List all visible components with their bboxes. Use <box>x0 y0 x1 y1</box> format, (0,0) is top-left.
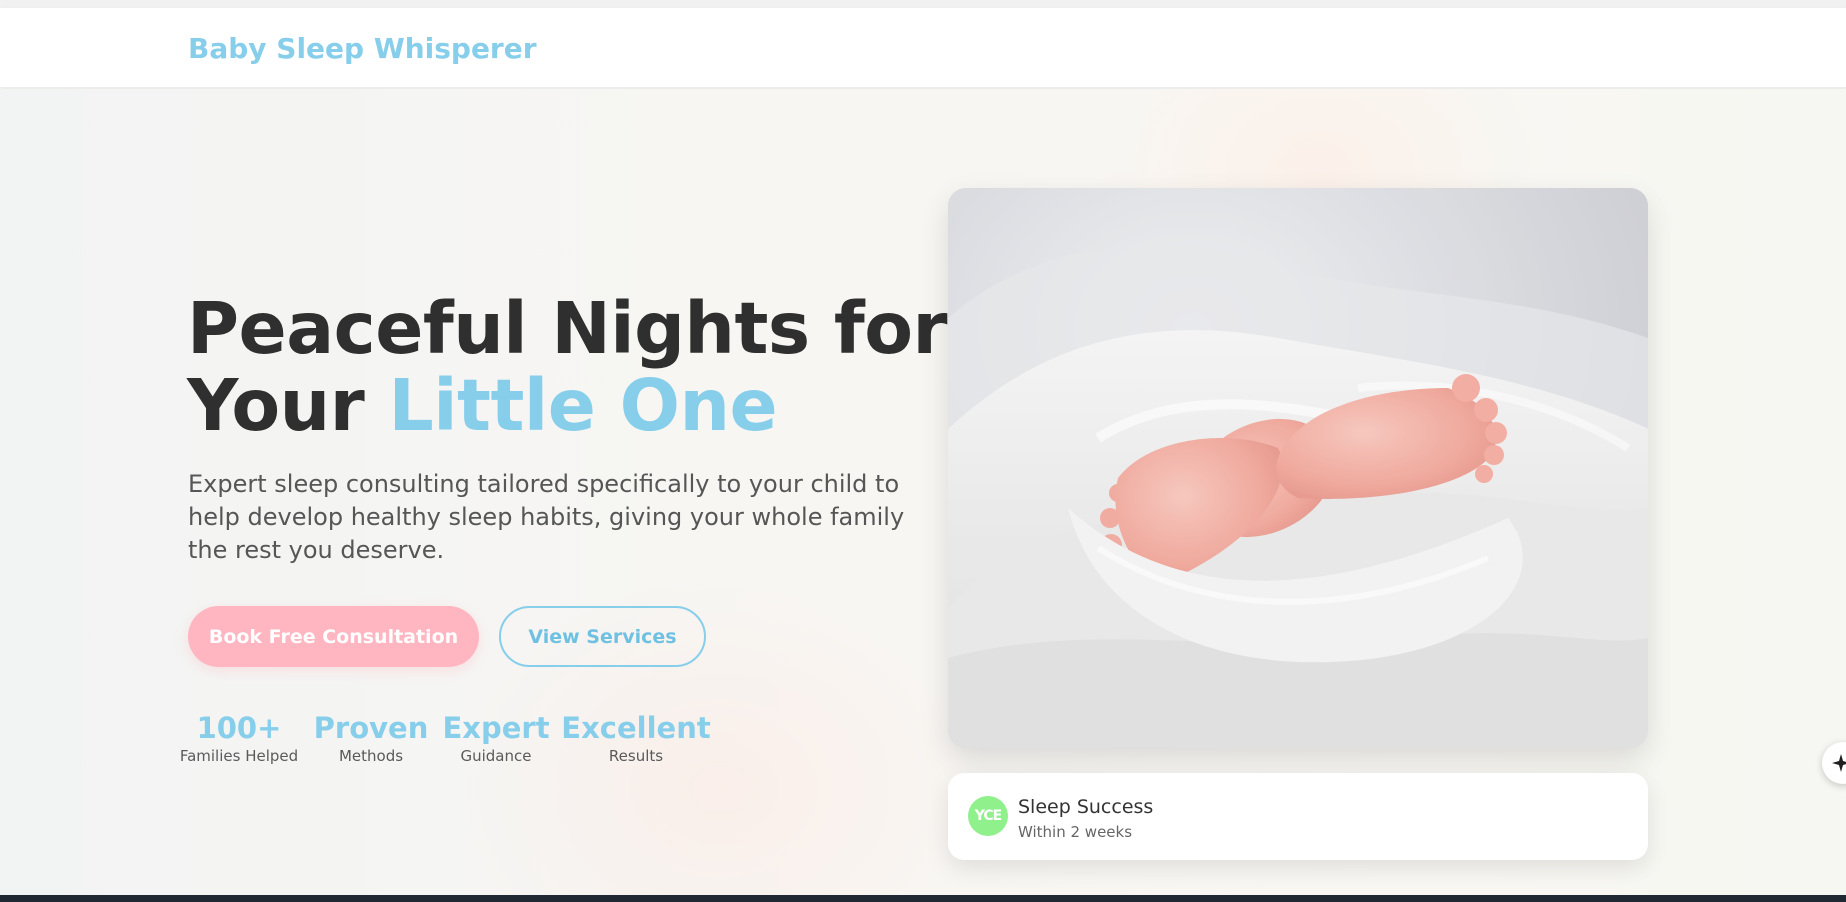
brand-logo[interactable]: Baby Sleep Whisperer <box>188 32 537 65</box>
stat-methods: Proven Methods <box>314 710 429 766</box>
stat-label: Families Helped <box>179 747 299 765</box>
hero-subtext: Expert sleep consulting tailored specifi… <box>188 470 905 564</box>
site-header: Baby Sleep Whisperer <box>0 8 1846 88</box>
stat-label: Guidance <box>460 747 532 765</box>
stat-value: Expert <box>442 711 550 745</box>
stat-value: Excellent <box>561 711 711 745</box>
stat-value: 100+ <box>196 711 282 745</box>
headline-line-2-prefix: Your <box>187 364 389 447</box>
book-consultation-button[interactable]: Book Free Consultation <box>188 606 479 667</box>
view-services-button[interactable]: View Services <box>499 606 706 667</box>
avatar: YCE <box>968 796 1008 836</box>
card-subtitle: Within 2 weeks <box>1018 823 1133 841</box>
stat-label: Results <box>608 747 664 765</box>
sleep-success-card: YCE Sleep Success Within 2 weeks <box>948 773 1648 860</box>
stat-families: 100+ Families Helped <box>180 710 298 766</box>
stat-value: Proven <box>313 711 429 745</box>
headline-accent: Little One <box>388 364 778 447</box>
stat-label: Methods <box>338 747 404 765</box>
baby-feet-illustration <box>948 188 1648 748</box>
card-title: Sleep Success <box>1018 796 1154 818</box>
hero-headline: Peaceful Nights for Your Little One <box>187 287 948 447</box>
stat-guidance: Expert Guidance <box>442 710 549 766</box>
stat-results: Excellent Results <box>561 710 710 766</box>
sparkle-icon <box>1832 754 1846 772</box>
bottom-bar <box>0 895 1846 902</box>
baby-feet-photo <box>948 188 1648 748</box>
headline-line-1: Peaceful Nights for <box>187 287 948 370</box>
browser-top-strip <box>0 0 1846 8</box>
